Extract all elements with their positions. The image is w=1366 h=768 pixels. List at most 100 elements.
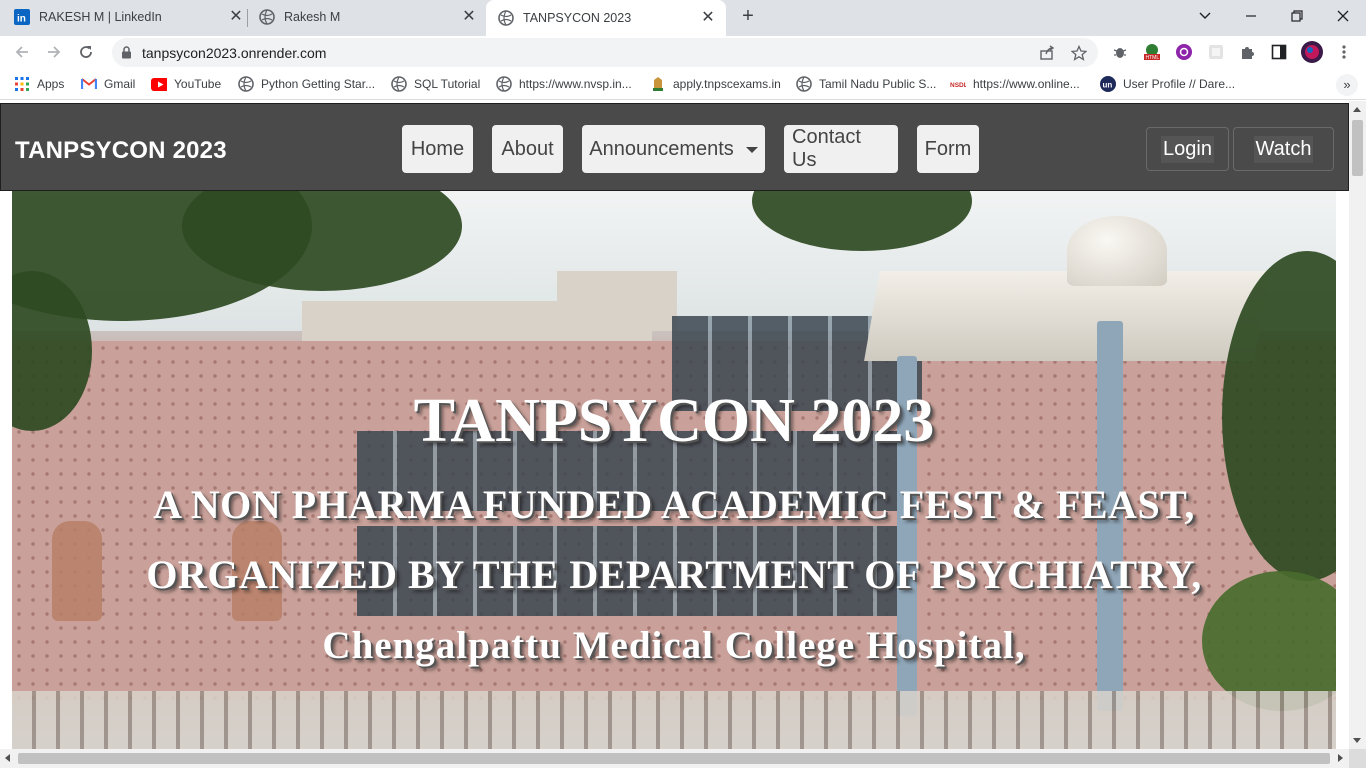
bookmark-online[interactable]: NSDL https://www.online... <box>950 75 1080 93</box>
scroll-down-arrow-icon[interactable] <box>1353 738 1361 743</box>
nav-home[interactable]: Home <box>402 125 473 173</box>
globe-icon <box>238 76 254 92</box>
emblem-icon <box>650 76 666 92</box>
login-label: Login <box>1161 135 1214 163</box>
bookmark-sql[interactable]: SQL Tutorial <box>391 75 480 93</box>
bookmarks-bar: Apps Gmail YouTube Python Getting Star..… <box>0 68 1366 100</box>
scroll-up-arrow-icon[interactable] <box>1353 107 1361 112</box>
bookmark-label: Apps <box>37 77 65 91</box>
watch-button[interactable]: Watch <box>1233 127 1334 171</box>
hero-banner: TANPSYCON 2023 A NON PHARMA FUNDED ACADE… <box>12 191 1336 749</box>
close-tab-icon[interactable]: ✕ <box>228 9 244 25</box>
bookmark-python[interactable]: Python Getting Star... <box>238 75 375 93</box>
nav-about[interactable]: About <box>492 125 563 173</box>
tab-strip: in RAKESH M | LinkedIn ✕ Rakesh M ✕ TANP… <box>0 0 1366 36</box>
html-extension-icon[interactable]: HTML <box>1142 42 1162 62</box>
address-bar[interactable]: tanpsycon2023.onrender.com <box>112 38 1098 67</box>
url-text[interactable]: tanpsycon2023.onrender.com <box>142 45 326 61</box>
vertical-scrollbar[interactable] <box>1349 101 1366 749</box>
tab-rakesh[interactable]: Rakesh M ✕ <box>259 0 477 34</box>
menu-kebab-icon[interactable] <box>1334 42 1354 62</box>
globe-icon <box>496 76 512 92</box>
nav-announcements-label: Announcements <box>589 137 734 160</box>
new-tab-button[interactable]: + <box>737 6 759 28</box>
bookmark-tnpsc[interactable]: apply.tnpscexams.in <box>650 75 781 93</box>
apps-grid-icon <box>14 76 30 92</box>
bookmark-star-icon[interactable] <box>1070 44 1088 62</box>
tab-separator <box>247 9 248 27</box>
share-icon[interactable] <box>1038 44 1056 62</box>
globe-icon <box>259 9 275 25</box>
nav-contact[interactable]: Contact Us <box>784 125 898 173</box>
tab-linkedin[interactable]: in RAKESH M | LinkedIn ✕ <box>14 0 244 34</box>
hero-title: TANPSYCON 2023 <box>413 387 935 455</box>
bookmark-label: https://www.nvsp.in... <box>519 77 632 91</box>
bookmark-gmail[interactable]: Gmail <box>81 75 135 93</box>
minimize-icon[interactable] <box>1237 4 1265 28</box>
bookmark-label: https://www.online... <box>973 77 1080 91</box>
globe-icon <box>498 10 514 26</box>
hero-organizer: ORGANIZED BY THE DEPARTMENT OF PSYCHIATR… <box>146 552 1202 597</box>
bookmark-label: SQL Tutorial <box>414 77 481 91</box>
horizontal-scrollbar[interactable] <box>0 749 1349 768</box>
svg-text:HTML: HTML <box>1146 55 1160 61</box>
svg-text:in: in <box>17 14 26 25</box>
vertical-scroll-thumb[interactable] <box>1352 120 1363 176</box>
globe-icon <box>796 76 812 92</box>
site-navbar: TANPSYCON 2023 Home About Announcements … <box>0 103 1349 191</box>
forward-icon[interactable] <box>43 41 65 63</box>
bookmark-nvsp[interactable]: https://www.nvsp.in... <box>496 75 632 93</box>
bug-extension-icon[interactable] <box>1110 42 1130 62</box>
scroll-left-arrow-icon[interactable] <box>5 754 10 762</box>
bookmark-label: Python Getting Star... <box>261 77 376 91</box>
scroll-right-arrow-icon[interactable] <box>1338 754 1343 762</box>
lock-icon[interactable] <box>121 46 132 64</box>
profile-avatar[interactable] <box>1301 41 1323 63</box>
close-window-icon[interactable] <box>1329 4 1357 28</box>
login-button[interactable]: Login <box>1146 127 1229 171</box>
nav-form[interactable]: Form <box>917 125 979 173</box>
linkedin-icon: in <box>14 9 30 25</box>
globe-icon <box>391 76 407 92</box>
color-extension-icon[interactable] <box>1174 42 1194 62</box>
side-panel-icon[interactable] <box>1269 42 1289 62</box>
close-tab-icon[interactable]: ✕ <box>700 10 716 26</box>
gmail-icon <box>81 76 97 92</box>
bookmark-label: User Profile // Dare... <box>1123 77 1236 91</box>
bookmark-label: Gmail <box>104 77 136 91</box>
tab-title: Rakesh M <box>284 10 341 24</box>
page-viewport: TANPSYCON 2023 Home About Announcements … <box>0 101 1349 749</box>
bookmark-label: Tamil Nadu Public S... <box>819 77 937 91</box>
nsdl-icon: NSDL <box>950 76 966 92</box>
un-icon: un <box>1100 76 1116 92</box>
youtube-icon <box>151 76 167 92</box>
back-icon[interactable] <box>11 41 33 63</box>
more-bookmarks-button[interactable]: » <box>1336 74 1358 96</box>
extensions-puzzle-icon[interactable] <box>1237 42 1257 62</box>
bookmark-youtube[interactable]: YouTube <box>151 75 221 93</box>
bookmark-apps[interactable]: Apps <box>14 75 64 93</box>
tab-search-icon[interactable] <box>1191 4 1219 28</box>
svg-text:un: un <box>1103 81 1113 90</box>
nav-announcements-dropdown[interactable]: Announcements <box>582 125 765 173</box>
hero-tagline: A NON PHARMA FUNDED ACADEMIC FEST & FEAS… <box>153 482 1195 527</box>
scrollbar-corner <box>1349 749 1366 768</box>
restore-icon[interactable] <box>1283 4 1311 28</box>
caret-down-icon <box>745 147 758 153</box>
bookmark-label: apply.tnpscexams.in <box>673 77 781 91</box>
browser-toolbar: tanpsycon2023.onrender.com HTML <box>0 36 1366 68</box>
tab-title: RAKESH M | LinkedIn <box>39 10 162 24</box>
reload-icon[interactable] <box>75 41 97 63</box>
hero-institution: Chengalpattu Medical College Hospital, <box>322 624 1026 667</box>
horizontal-scroll-thumb[interactable] <box>18 753 1330 764</box>
bookmark-tamil-nadu[interactable]: Tamil Nadu Public S... <box>796 75 936 93</box>
bookmark-user-profile[interactable]: un User Profile // Dare... <box>1100 75 1235 93</box>
screenshot-extension-icon[interactable] <box>1206 42 1226 62</box>
close-tab-icon[interactable]: ✕ <box>461 9 477 25</box>
site-brand[interactable]: TANPSYCON 2023 <box>15 137 227 165</box>
tab-title: TANPSYCON 2023 <box>523 11 632 25</box>
bookmark-label: YouTube <box>174 77 222 91</box>
tab-tanpsycon[interactable]: TANPSYCON 2023 ✕ <box>486 0 726 36</box>
watch-label: Watch <box>1253 135 1314 163</box>
svg-text:NSDL: NSDL <box>950 82 966 89</box>
